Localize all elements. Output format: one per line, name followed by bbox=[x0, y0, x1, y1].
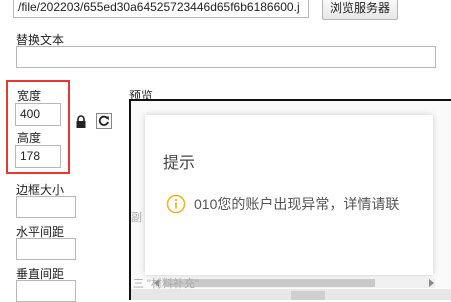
reset-size-icon bbox=[98, 115, 109, 126]
width-label: 宽度 bbox=[17, 89, 42, 103]
width-input[interactable]: 400 bbox=[15, 103, 61, 126]
reset-size-button[interactable] bbox=[96, 113, 112, 129]
alt-text-input[interactable] bbox=[16, 46, 436, 68]
dialog-title: 提示 bbox=[163, 155, 196, 172]
height-input[interactable]: 178 bbox=[15, 145, 61, 168]
hspace-input[interactable] bbox=[16, 238, 76, 260]
preview-scroll-thumb[interactable] bbox=[291, 291, 325, 300]
warning-icon bbox=[166, 194, 186, 214]
lock-icon[interactable] bbox=[75, 115, 87, 129]
image-url-input[interactable]: /file/202203/655ed30a64525723446d65f6b61… bbox=[13, 0, 309, 18]
preview-frame: 副 提示 010您的账户出现异常，详情请联 三 "材料补充" bbox=[129, 99, 451, 300]
dialog-message: 010您的账户出现异常，详情请联 bbox=[194, 196, 400, 212]
height-label: 高度 bbox=[17, 131, 42, 145]
vspace-input[interactable] bbox=[16, 280, 76, 302]
browse-server-button[interactable]: 浏览服务器 bbox=[322, 0, 398, 20]
scroll-right-arrow-icon[interactable] bbox=[429, 279, 434, 287]
preview-bottom-scrollbar[interactable] bbox=[131, 289, 451, 300]
preview-background-fragment: 副 bbox=[131, 212, 142, 224]
border-input[interactable] bbox=[16, 196, 76, 218]
preview-dialog: 提示 010您的账户出现异常，详情请联 bbox=[145, 115, 435, 288]
